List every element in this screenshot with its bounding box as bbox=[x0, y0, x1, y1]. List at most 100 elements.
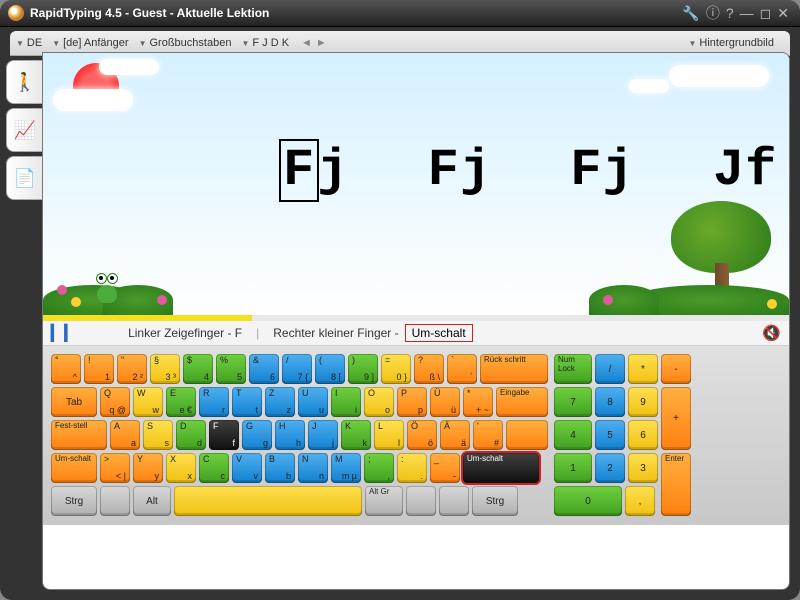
key-[interactable]: Öö bbox=[407, 420, 437, 450]
settings-icon[interactable]: 🔧 bbox=[682, 5, 699, 22]
maximize-icon[interactable]: ◻ bbox=[760, 5, 772, 22]
key-alt[interactable]: Alt bbox=[133, 486, 171, 516]
key-t[interactable]: Tt bbox=[232, 387, 262, 417]
rest-of-word: j bbox=[317, 141, 349, 200]
next-lesson-icon[interactable]: ► bbox=[316, 37, 327, 49]
key-[interactable]: :. bbox=[397, 453, 427, 483]
lesson-select[interactable]: ▼Großbuchstaben bbox=[139, 37, 232, 49]
key-eingabe[interactable]: Eingabe bbox=[496, 387, 548, 417]
key-[interactable]: "2 ² bbox=[117, 354, 147, 384]
key-f[interactable]: Ff bbox=[209, 420, 239, 450]
key-u[interactable]: Uu bbox=[298, 387, 328, 417]
key-5[interactable]: 5 bbox=[595, 420, 625, 450]
key-[interactable]: ?ß \ bbox=[414, 354, 444, 384]
key-q[interactable]: Qq @ bbox=[100, 387, 130, 417]
key-7[interactable]: 7 bbox=[554, 387, 592, 417]
key-o[interactable]: Oo bbox=[364, 387, 394, 417]
key-3[interactable]: 3 bbox=[628, 453, 658, 483]
key-strg[interactable]: Strg bbox=[51, 486, 97, 516]
key-enter[interactable]: Enter bbox=[661, 453, 691, 516]
key-y[interactable]: Yy bbox=[133, 453, 163, 483]
key-rckschritt[interactable]: Rück schritt bbox=[480, 354, 548, 384]
key-4[interactable]: 4 bbox=[554, 420, 592, 450]
key-umschalt[interactable]: Um-schalt bbox=[463, 453, 539, 483]
key-umschalt[interactable]: Um-schalt bbox=[51, 453, 97, 483]
minimize-icon[interactable]: — bbox=[740, 5, 754, 21]
key-d[interactable]: Dd bbox=[176, 420, 206, 450]
key-[interactable]: '# bbox=[473, 420, 503, 450]
key-[interactable]: _- bbox=[430, 453, 460, 483]
key-j[interactable]: Jj bbox=[308, 420, 338, 450]
key-[interactable]: + bbox=[661, 387, 691, 450]
key-tab[interactable]: Tab bbox=[51, 387, 97, 417]
key-e[interactable]: Ee € bbox=[166, 387, 196, 417]
close-icon[interactable]: ✕ bbox=[777, 5, 789, 22]
info-icon[interactable]: ⓘ bbox=[706, 3, 720, 23]
key-l[interactable]: Ll bbox=[374, 420, 404, 450]
key-0[interactable]: 0 bbox=[554, 486, 622, 516]
key-1[interactable]: 1 bbox=[554, 453, 592, 483]
mute-icon[interactable]: 🔇 bbox=[762, 324, 781, 342]
key-[interactable]: - bbox=[661, 354, 691, 384]
help-icon[interactable]: ? bbox=[726, 5, 734, 21]
key-[interactable]: / bbox=[595, 354, 625, 384]
key-[interactable]: &6 bbox=[249, 354, 279, 384]
key-altgr[interactable]: Alt Gr bbox=[365, 486, 403, 516]
key-[interactable]: `´ bbox=[447, 354, 477, 384]
key-[interactable]: )9 ] bbox=[348, 354, 378, 384]
key-p[interactable]: Pp bbox=[397, 387, 427, 417]
pause-button[interactable]: ▎▎ bbox=[51, 324, 78, 342]
level-select[interactable]: ▼[de] Anfänger bbox=[52, 37, 128, 49]
key-blank[interactable] bbox=[174, 486, 362, 516]
key-n[interactable]: Nn bbox=[298, 453, 328, 483]
key-[interactable]: (8 [ bbox=[315, 354, 345, 384]
key-blank[interactable] bbox=[439, 486, 469, 516]
key-i[interactable]: Ii bbox=[331, 387, 361, 417]
key-a[interactable]: Aa bbox=[110, 420, 140, 450]
key-z[interactable]: Zz bbox=[265, 387, 295, 417]
key-b[interactable]: Bb bbox=[265, 453, 295, 483]
key-[interactable]: *+ ~ bbox=[463, 387, 493, 417]
key-[interactable]: $4 bbox=[183, 354, 213, 384]
key-[interactable]: /7 { bbox=[282, 354, 312, 384]
key-m[interactable]: Mm µ bbox=[331, 453, 361, 483]
language-select[interactable]: ▼DE bbox=[16, 37, 42, 49]
key-[interactable]: Üü bbox=[430, 387, 460, 417]
key-blank[interactable] bbox=[100, 486, 130, 516]
tab-lessons-list[interactable]: 📄 bbox=[6, 156, 44, 200]
key-r[interactable]: Rr bbox=[199, 387, 229, 417]
key-2[interactable]: 2 bbox=[595, 453, 625, 483]
key-8[interactable]: 8 bbox=[595, 387, 625, 417]
key-w[interactable]: Ww bbox=[133, 387, 163, 417]
key-[interactable]: §3 ³ bbox=[150, 354, 180, 384]
key-g[interactable]: Gg bbox=[242, 420, 272, 450]
prev-lesson-icon[interactable]: ◄ bbox=[301, 37, 312, 49]
background-select[interactable]: ▼Hintergrundbild bbox=[688, 37, 774, 49]
tab-lesson[interactable]: 🚶 bbox=[6, 60, 44, 104]
key-6[interactable]: 6 bbox=[628, 420, 658, 450]
key-blank[interactable] bbox=[406, 486, 436, 516]
tab-stats[interactable]: 📈 bbox=[6, 108, 44, 152]
progress-bar bbox=[43, 315, 789, 321]
keys-select[interactable]: ▼F J D K bbox=[241, 37, 289, 49]
key-[interactable]: =0 } bbox=[381, 354, 411, 384]
key-[interactable]: %5 bbox=[216, 354, 246, 384]
key-blank[interactable] bbox=[506, 420, 548, 450]
key-[interactable]: , bbox=[625, 486, 655, 516]
key-strg[interactable]: Strg bbox=[472, 486, 518, 516]
key-[interactable]: !1 bbox=[84, 354, 114, 384]
key-[interactable]: >< | bbox=[100, 453, 130, 483]
key-numlock[interactable]: Num Lock bbox=[554, 354, 592, 384]
key-[interactable]: °^ bbox=[51, 354, 81, 384]
key-9[interactable]: 9 bbox=[628, 387, 658, 417]
key-[interactable]: * bbox=[628, 354, 658, 384]
key-x[interactable]: Xx bbox=[166, 453, 196, 483]
key-feststell[interactable]: Fest-stell bbox=[51, 420, 107, 450]
key-s[interactable]: Ss bbox=[143, 420, 173, 450]
key-h[interactable]: Hh bbox=[275, 420, 305, 450]
key-v[interactable]: Vv bbox=[232, 453, 262, 483]
key-[interactable]: Ää bbox=[440, 420, 470, 450]
key-[interactable]: ;, bbox=[364, 453, 394, 483]
key-c[interactable]: Cc bbox=[199, 453, 229, 483]
key-k[interactable]: Kk bbox=[341, 420, 371, 450]
